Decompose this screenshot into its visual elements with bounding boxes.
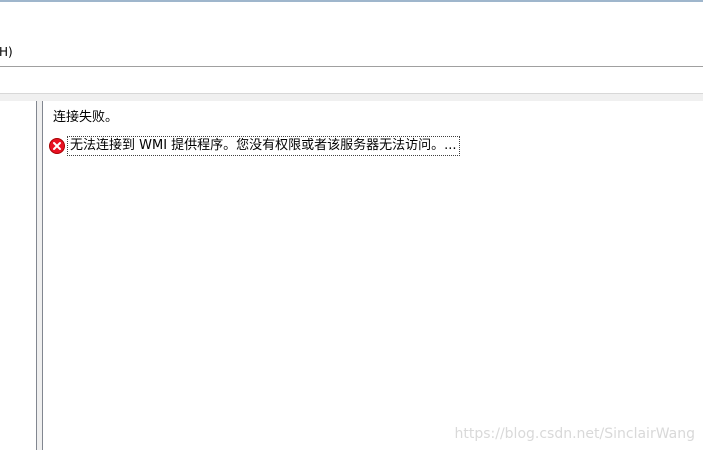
content-top-band [0, 94, 703, 101]
error-icon [49, 138, 65, 154]
error-message[interactable]: 无法连接到 WMI 提供程序。您没有权限或者该服务器无法访问。... [67, 136, 460, 156]
connection-status-text: 连接失败。 [53, 110, 119, 125]
tree-pane[interactable] [0, 101, 37, 450]
toolbar [0, 67, 703, 93]
watermark: https://blog.csdn.net/SinclairWang [454, 426, 695, 442]
menu-bar: H) [0, 2, 703, 66]
detail-pane: 连接失败。 无法连接到 WMI 提供程序。您没有权限或者该服务器无法访问。... [42, 101, 703, 450]
menu-item-help[interactable]: H) [0, 44, 13, 60]
error-row[interactable]: 无法连接到 WMI 提供程序。您没有权限或者该服务器无法访问。... [49, 136, 460, 156]
